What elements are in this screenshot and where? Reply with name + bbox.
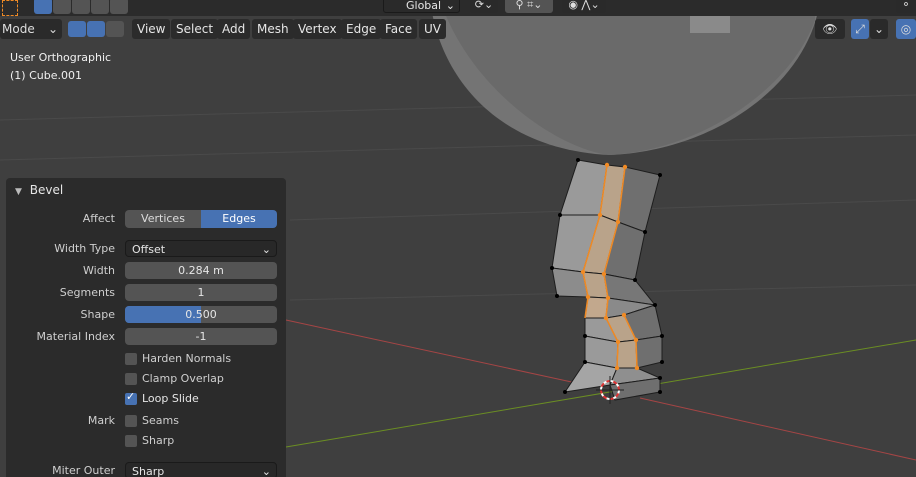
seams-label: Seams [142, 414, 179, 427]
chevron-down-icon: ▼ [15, 187, 22, 197]
width-type-dropdown[interactable]: Offset ⌄ [125, 240, 277, 257]
shape-slider[interactable]: 0.500 [125, 306, 277, 323]
transform-orientation-dropdown[interactable]: Global ⌄ [383, 0, 460, 13]
width-type-label: Width Type [54, 242, 115, 255]
select-mode-intersect-icon[interactable] [110, 0, 128, 14]
overlays-toggle[interactable]: ◎ [896, 19, 916, 39]
chevron-down-icon: ⌄ [47, 22, 58, 36]
chevron-down-icon: ⌄ [445, 0, 455, 12]
panel-title: Bevel [29, 183, 64, 197]
panel-header[interactable]: ▼ Bevel [15, 183, 63, 197]
affect-label: Affect [82, 212, 115, 225]
affect-vertices-button[interactable]: Vertices [125, 210, 201, 228]
gizmo-toggle[interactable]: ⤢ [851, 19, 869, 39]
gizmo-icon: ⤢ [855, 22, 865, 36]
menu-select[interactable]: Select [171, 19, 219, 39]
width-label: Width [83, 264, 115, 277]
chevron-down-icon: ⌄ [261, 465, 271, 477]
view-name: User Orthographic [10, 51, 112, 64]
3d-viewport[interactable]: Global ⌄ ⟳⌄ ⚲ ⌗⌄ ◉ ⋀⌄ ⚬ Mode ⌄ View Sele… [0, 0, 916, 477]
loop-slide-checkbox[interactable]: ✓ [125, 390, 137, 405]
mode-label: Mode [2, 22, 35, 36]
menu-face[interactable]: Face [380, 19, 418, 39]
top-toolbar: Global ⌄ ⟳⌄ ⚲ ⌗⌄ ◉ ⋀⌄ ⚬ [0, 0, 916, 16]
select-tool-icon[interactable] [2, 0, 18, 16]
snap-icon[interactable]: ⚲ ⌗⌄ [505, 0, 553, 13]
gizmo-dropdown[interactable]: ⌄ [870, 19, 888, 39]
select-mode-new-icon[interactable] [34, 0, 52, 14]
miter-outer-label: Miter Outer [52, 464, 115, 477]
overlay-icon[interactable]: ⚬ [896, 0, 916, 13]
overlays-icon: ◎ [900, 22, 912, 36]
material-index-label: Material Index [36, 330, 115, 343]
select-mode-extend-icon[interactable] [53, 0, 71, 14]
visibility-dropdown[interactable]: 👁 [815, 19, 845, 39]
width-field[interactable]: 0.284 m [125, 262, 277, 279]
segments-field[interactable]: 1 [125, 284, 277, 301]
bevel-operator-panel: ▼ Bevel Affect Vertices Edges Width Type… [6, 178, 286, 477]
chevron-down-icon: ⌄ [261, 243, 271, 256]
edge-select-icon[interactable] [87, 21, 105, 37]
width-type-value: Offset [132, 243, 166, 256]
transform-orientation-label: Global [406, 0, 442, 12]
menu-add[interactable]: Add [217, 19, 251, 39]
face-select-icon[interactable] [106, 21, 124, 37]
menu-edge[interactable]: Edge [341, 19, 382, 39]
shape-label: Shape [80, 308, 115, 321]
sharp-checkbox[interactable] [125, 435, 137, 447]
harden-normals-checkbox[interactable] [125, 353, 137, 365]
x-axis-line [285, 319, 591, 387]
harden-normals-label: Harden Normals [142, 352, 232, 365]
proportional-editing-icon[interactable]: ◉ ⋀⌄ [562, 0, 606, 13]
clamp-overlap-label: Clamp Overlap [142, 372, 224, 385]
checkmark-icon: ✓ [126, 390, 136, 403]
shape-value: 0.500 [185, 308, 217, 321]
segments-label: Segments [59, 286, 115, 299]
affect-edges-button[interactable]: Edges [201, 210, 277, 228]
sharp-label: Sharp [142, 434, 175, 447]
loop-slide-label: Loop Slide [142, 392, 199, 405]
clamp-overlap-checkbox[interactable] [125, 373, 137, 385]
eye-icon: 👁 [822, 22, 838, 36]
bent-mesh [551, 159, 663, 401]
menu-vertex[interactable]: Vertex [293, 19, 342, 39]
object-name: (1) Cube.001 [10, 69, 82, 82]
select-mode-subtract-icon[interactable] [72, 0, 90, 14]
menu-uv[interactable]: UV [419, 19, 446, 39]
mark-label: Mark [87, 414, 115, 427]
material-index-field[interactable]: -1 [125, 328, 277, 345]
select-mode-invert-icon[interactable] [91, 0, 109, 14]
mode-dropdown[interactable]: Mode ⌄ [0, 19, 62, 39]
viewport-header: Mode ⌄ View Select Add Mesh Vertex Edge … [0, 16, 916, 42]
miter-outer-value: Sharp [132, 465, 165, 477]
chevron-down-icon: ⌄ [873, 22, 885, 36]
menu-mesh[interactable]: Mesh [252, 19, 294, 39]
pivot-point-icon[interactable]: ⟳⌄ [470, 0, 498, 13]
vertex-select-icon[interactable] [68, 21, 86, 37]
seams-checkbox[interactable] [125, 415, 137, 427]
menu-view[interactable]: View [132, 19, 171, 39]
miter-outer-dropdown[interactable]: Sharp ⌄ [125, 462, 277, 477]
